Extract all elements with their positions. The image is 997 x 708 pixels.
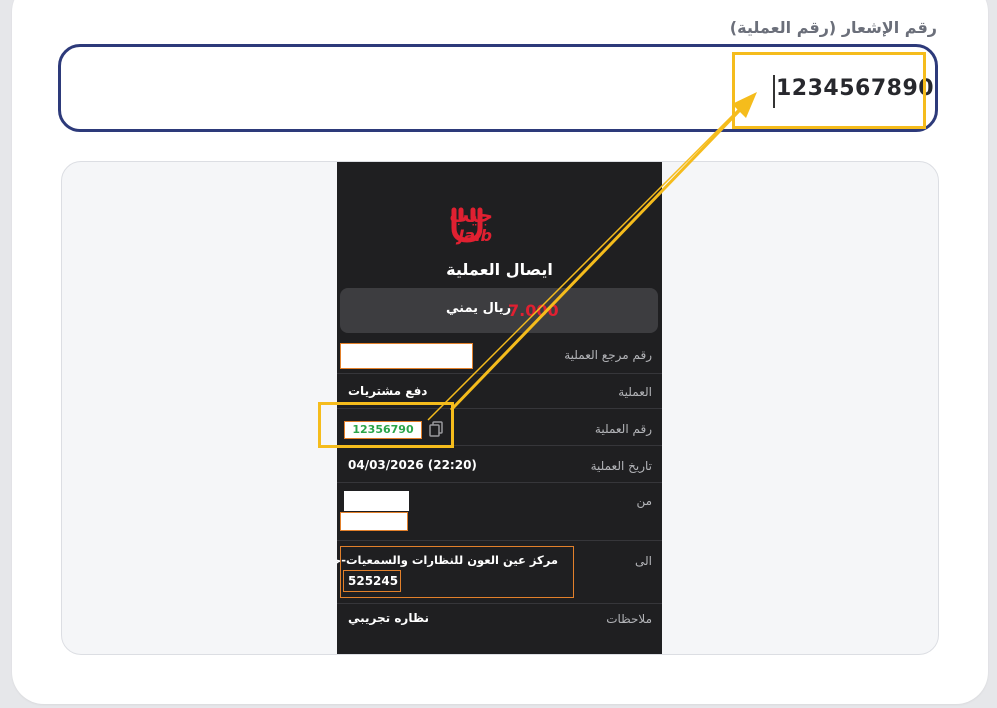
notification-number-label: رقم الإشعار (رقم العملية) xyxy=(729,18,937,37)
to-code: 525245 xyxy=(348,574,399,588)
amount-box: 7.000 ريال يمني xyxy=(340,288,658,333)
receipt-title: ايصال العملية xyxy=(446,260,553,279)
row-divider xyxy=(337,603,662,604)
from-mask xyxy=(340,512,408,531)
input-highlight-box xyxy=(732,52,926,129)
brand-en: Jaib xyxy=(455,226,492,245)
jaib-logo: جيب Jaib xyxy=(449,203,493,245)
txn-highlight-box xyxy=(318,402,454,448)
from-mask xyxy=(344,491,409,511)
from-label: من xyxy=(636,494,652,508)
brand-ar: جيب xyxy=(449,203,493,227)
date-label: تاريخ العملية xyxy=(590,459,652,473)
notes-label: ملاحظات xyxy=(606,612,652,626)
amount-value: 7.000 xyxy=(508,301,559,320)
reference-mask xyxy=(340,343,473,369)
row-divider xyxy=(337,482,662,483)
date-value: 04/03/2026 (22:20) xyxy=(348,458,477,472)
notes-value: نظاره تجريبي xyxy=(348,611,430,625)
txn-label: رقم العملية xyxy=(594,422,652,436)
reference-label: رقم مرجع العملية xyxy=(564,348,652,362)
operation-value: دفع مشتريات xyxy=(348,384,428,398)
amount-currency: ريال يمني xyxy=(446,301,512,316)
to-label: الى xyxy=(635,554,652,568)
to-value: مركز عين العون للنظارات والسمعيات-حده xyxy=(337,553,558,567)
operation-label: العملية xyxy=(618,385,652,399)
row-divider xyxy=(337,373,662,374)
row-divider xyxy=(337,540,662,541)
